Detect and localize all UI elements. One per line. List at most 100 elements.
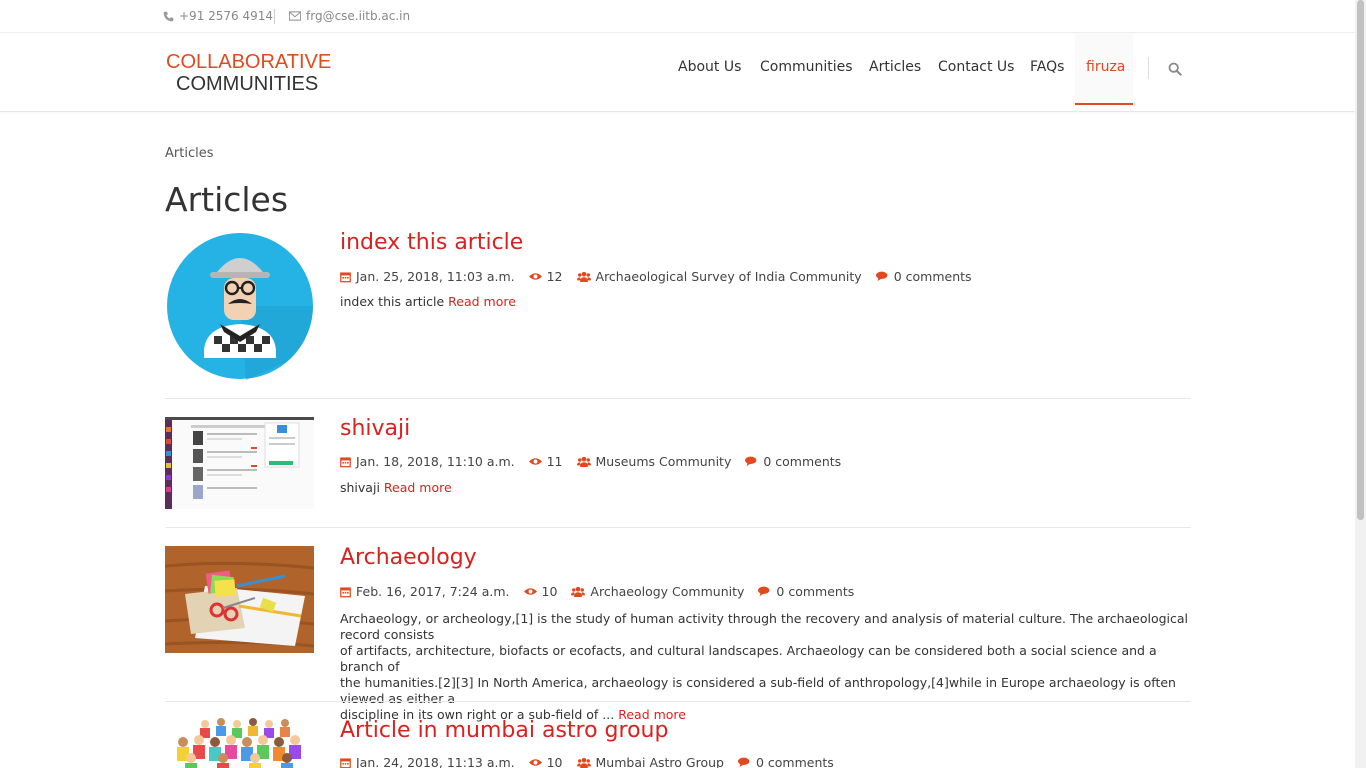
article-excerpt-text: index this article bbox=[340, 294, 445, 309]
users-icon bbox=[576, 456, 591, 467]
comments-icon bbox=[737, 757, 750, 767]
email-text[interactable]: frg@cse.iitb.ac.in bbox=[306, 9, 410, 23]
calendar-icon bbox=[340, 456, 351, 467]
envelope-icon bbox=[289, 11, 301, 21]
nav-faqs[interactable]: FAQs bbox=[1030, 59, 1064, 75]
article-comments-count[interactable]: 0 comments bbox=[763, 454, 841, 469]
article-meta: Jan. 24, 2018, 11:13 a.m. 10 Mumbai Astr… bbox=[340, 755, 848, 768]
article-date-text: Jan. 18, 2018, 11:10 a.m. bbox=[356, 454, 515, 469]
search-icon bbox=[1168, 62, 1182, 76]
nav-user-firuza[interactable]: firuza bbox=[1086, 59, 1125, 75]
article-excerpt-line: of artifacts, architecture, biofacts or … bbox=[340, 643, 1157, 674]
users-icon bbox=[571, 586, 586, 597]
article-divider bbox=[165, 527, 1191, 528]
article-meta: Feb. 16, 2017, 7:24 a.m. 10 Archaeology … bbox=[340, 584, 868, 599]
article-date-text: Feb. 16, 2017, 7:24 a.m. bbox=[356, 584, 510, 599]
nav-contact-us[interactable]: Contact Us bbox=[938, 59, 1014, 75]
article-meta: Jan. 18, 2018, 11:10 a.m. 11 Museums Com… bbox=[340, 454, 855, 469]
nav-communities[interactable]: Communities bbox=[760, 59, 853, 75]
article-community-link[interactable]: Museums Community bbox=[596, 454, 732, 469]
article-item: index this article Jan. 25, 2018, 11:03 … bbox=[165, 230, 1191, 400]
article-views: 11 bbox=[528, 454, 563, 469]
article-views: 10 bbox=[523, 584, 558, 599]
phone-text: +91 2576 4914 bbox=[179, 9, 274, 23]
page-scrollbar[interactable] bbox=[1355, 0, 1366, 768]
article-comments-count[interactable]: 0 comments bbox=[776, 584, 854, 599]
article-community[interactable]: Mumbai Astro Group bbox=[576, 755, 724, 768]
article-community-link[interactable]: Mumbai Astro Group bbox=[596, 755, 724, 768]
article-date: Jan. 24, 2018, 11:13 a.m. bbox=[340, 755, 515, 768]
article-comments[interactable]: 0 comments bbox=[737, 755, 834, 768]
article-title[interactable]: shivaji bbox=[340, 416, 410, 441]
top-contact-bar: +91 2576 4914 frg@cse.iitb.ac.in bbox=[0, 0, 1355, 33]
article-comments-count[interactable]: 0 comments bbox=[756, 755, 834, 768]
read-more-link[interactable]: Read more bbox=[384, 480, 452, 495]
article-date-text: Jan. 24, 2018, 11:13 a.m. bbox=[356, 755, 515, 768]
article-meta: Jan. 25, 2018, 11:03 a.m. 12 Archaeologi… bbox=[340, 269, 986, 284]
article-comments[interactable]: 0 comments bbox=[758, 584, 854, 599]
article-item: Archaeology Feb. 16, 2017, 7:24 a.m. 10 … bbox=[165, 545, 1191, 722]
article-divider bbox=[165, 701, 1191, 702]
article-title[interactable]: index this article bbox=[340, 230, 523, 255]
phone-contact: +91 2576 4914 bbox=[163, 9, 273, 23]
article-title[interactable]: Archaeology bbox=[340, 545, 477, 570]
search-button[interactable] bbox=[1168, 62, 1182, 76]
eye-icon bbox=[528, 273, 542, 280]
phone-icon bbox=[163, 11, 174, 21]
nav-articles[interactable]: Articles bbox=[869, 59, 921, 75]
article-views: 12 bbox=[528, 269, 563, 284]
article-excerpt-line: the humanities.[2][3] In North America, … bbox=[340, 675, 1176, 706]
article-comments[interactable]: 0 comments bbox=[745, 454, 841, 469]
article-item: Article in mumbai astro group Jan. 24, 2… bbox=[165, 718, 1191, 768]
article-date: Jan. 18, 2018, 11:10 a.m. bbox=[340, 454, 515, 469]
article-excerpt: Archaeology, or archeology,[1] is the st… bbox=[340, 611, 1191, 723]
email-contact[interactable]: frg@cse.iitb.ac.in bbox=[289, 9, 410, 23]
article-community-link[interactable]: Archaeological Survey of India Community bbox=[596, 269, 862, 284]
article-comments-count[interactable]: 0 comments bbox=[894, 269, 972, 284]
article-thumbnail-screenshot[interactable] bbox=[165, 417, 314, 509]
logo-line-1[interactable]: COLLABORATIVE bbox=[166, 51, 331, 73]
nav-about-us[interactable]: About Us bbox=[678, 59, 741, 75]
article-date-text: Jan. 25, 2018, 11:03 a.m. bbox=[356, 269, 515, 284]
article-thumbnail-desk[interactable] bbox=[165, 546, 314, 653]
page-title: Articles bbox=[165, 180, 289, 219]
article-thumbnail-avatar[interactable] bbox=[166, 232, 314, 380]
article-date: Jan. 25, 2018, 11:03 a.m. bbox=[340, 269, 515, 284]
article-community[interactable]: Archaeology Community bbox=[571, 584, 744, 599]
eye-icon bbox=[523, 588, 537, 595]
site-header: COLLABORATIVE COMMUNITIES About Us Commu… bbox=[0, 33, 1355, 112]
eye-icon bbox=[528, 759, 542, 766]
breadcrumb[interactable]: Articles bbox=[165, 146, 213, 161]
nav-separator bbox=[1148, 57, 1149, 79]
read-more-link[interactable]: Read more bbox=[448, 294, 516, 309]
article-views: 10 bbox=[528, 755, 563, 768]
scrollbar-thumb[interactable] bbox=[1357, 0, 1364, 520]
article-thumbnail-crowd[interactable] bbox=[165, 718, 314, 768]
users-icon bbox=[576, 757, 591, 768]
site-logo[interactable]: COLLABORATIVE COMMUNITIES bbox=[166, 51, 331, 95]
article-excerpt: shivaji Read more bbox=[340, 480, 1191, 496]
comments-icon bbox=[745, 456, 757, 466]
article-excerpt-text: shivaji bbox=[340, 480, 380, 495]
eye-icon bbox=[528, 458, 542, 465]
article-date: Feb. 16, 2017, 7:24 a.m. bbox=[340, 584, 510, 599]
article-divider bbox=[165, 398, 1191, 399]
article-excerpt-line: Archaeology, or archeology,[1] is the st… bbox=[340, 611, 1189, 642]
article-comments[interactable]: 0 comments bbox=[875, 269, 972, 284]
article-title[interactable]: Article in mumbai astro group bbox=[340, 718, 668, 743]
article-community[interactable]: Archaeological Survey of India Community bbox=[576, 269, 862, 284]
calendar-icon bbox=[340, 757, 351, 768]
article-item: shivaji Jan. 18, 2018, 11:10 a.m. 11 Mus… bbox=[165, 416, 1191, 528]
users-icon bbox=[576, 271, 591, 282]
article-community-link[interactable]: Archaeology Community bbox=[590, 584, 744, 599]
article-views-count: 10 bbox=[546, 755, 563, 768]
calendar-icon bbox=[340, 271, 351, 282]
article-community[interactable]: Museums Community bbox=[576, 454, 732, 469]
article-views-count: 12 bbox=[546, 269, 563, 284]
comments-icon bbox=[875, 271, 888, 281]
comments-icon bbox=[758, 586, 770, 596]
article-views-count: 10 bbox=[541, 584, 558, 599]
calendar-icon bbox=[340, 586, 351, 597]
logo-line-2[interactable]: COMMUNITIES bbox=[166, 73, 331, 95]
article-excerpt: index this article Read more bbox=[340, 294, 1191, 310]
